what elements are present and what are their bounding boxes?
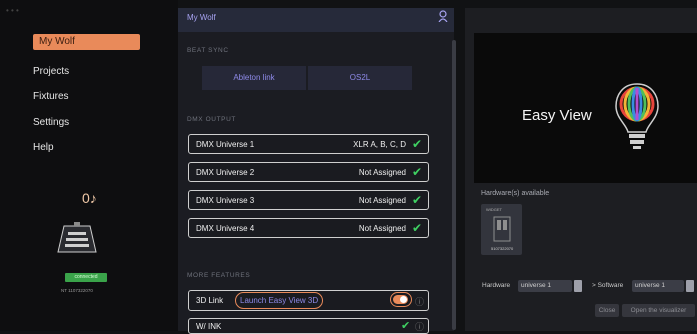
universe-name: DMX Universe 3 [196,196,255,205]
dmx-universe-row[interactable]: DMX Universe 4 Not Assigned ✔ [188,218,429,238]
window-controls[interactable]: • • • [6,6,19,15]
dmx-output-label: DMX OUTPUT [187,116,236,123]
sidebar-item-settings[interactable]: Settings [33,117,69,128]
info-icon[interactable]: ⓘ [415,295,424,308]
launch-easy-view-link[interactable]: Launch Easy View 3D [235,292,324,309]
check-icon: ✔ [411,137,422,151]
universe-name: DMX Universe 2 [196,168,255,177]
beat-sync-label: BEAT SYNC [187,47,229,54]
universe-name: DMX Universe 1 [196,140,255,149]
device-serial: NT 1107322070 [61,288,93,293]
universe-assignment: Not Assigned [358,224,406,233]
ink-feature-row: W/ INK ✔ ⓘ [188,318,429,334]
sidebar-item-my-wolf[interactable]: My Wolf [33,34,140,50]
software-stepper[interactable] [686,280,694,292]
feature-toggle[interactable] [393,295,408,304]
dmx-universe-row[interactable]: DMX Universe 1 XLR A, B, C, D ✔ [188,134,429,154]
universe-assignment: XLR A, B, C, D [353,140,406,149]
scrollbar[interactable] [452,40,456,330]
hardware-card-id: 5107322070 [491,246,514,251]
dmx-universe-row[interactable]: DMX Universe 3 Not Assigned ✔ [188,190,429,210]
software-universe-select[interactable]: universe 1 [632,280,684,292]
check-icon: ✔ [411,165,422,179]
open-visualizer-button[interactable]: Open the visualizer [622,304,695,317]
info-icon[interactable]: ⓘ [415,320,424,333]
sidebar-item-help[interactable]: Help [33,142,54,153]
hardware-stepper[interactable] [574,280,582,292]
feature-name: W/ INK [196,322,222,331]
universe-assignment: Not Assigned [358,196,406,205]
widget-device-icon [493,216,511,242]
controller-device-icon [57,222,97,253]
universe-assignment: Not Assigned [358,168,406,177]
check-icon: ✔ [411,193,422,207]
hardware-available-label: Hardware(s) available [481,190,550,197]
status-badge: connected [65,273,107,282]
check-icon: ✔ [401,320,411,332]
sidebar-item-projects[interactable]: Projects [33,66,69,77]
user-icon[interactable] [438,10,448,22]
check-icon: ✔ [411,221,422,235]
sidebar-item-fixtures[interactable]: Fixtures [33,91,69,102]
3d-link-row: 3D Link Launch Easy View 3D ⓘ [188,290,429,311]
toggle-knob [400,296,407,303]
page-header [178,8,454,32]
hardware-universe-select[interactable]: universe 1 [518,280,572,292]
feature-name: 3D Link [196,296,224,305]
music-note-icon: 0♪ [82,190,97,206]
lightbulb-logo-icon [615,83,659,149]
os2l-button[interactable]: OS2L [308,66,412,90]
software-field-label: > Software [592,282,624,289]
close-button[interactable]: Close [595,304,619,317]
hardware-card[interactable]: WIDGET 5107322070 [481,204,522,255]
sidebar-item-label: My Wolf [39,36,75,47]
hardware-card-title: WIDGET [486,207,502,212]
universe-name: DMX Universe 4 [196,224,255,233]
dmx-universe-row[interactable]: DMX Universe 2 Not Assigned ✔ [188,162,429,182]
ableton-link-button[interactable]: Ableton link [202,66,306,90]
hardware-field-label: Hardware [482,282,511,289]
more-features-label: MORE FEATURES [187,272,251,279]
easy-view-logo-text: Easy View [522,107,592,124]
page-title: My Wolf [187,13,216,22]
